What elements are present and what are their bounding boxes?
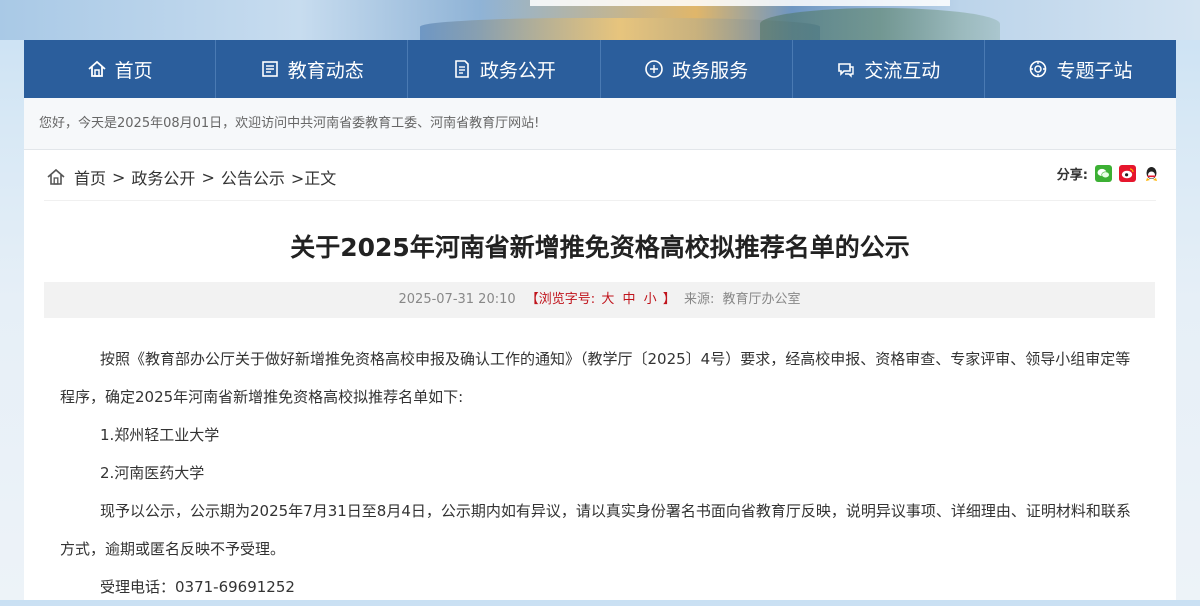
nav-item-topics[interactable]: 专题子站 (985, 40, 1176, 98)
share-label: 分享: (1056, 168, 1088, 183)
source-label: 来源: (683, 292, 715, 307)
nav-item-government-services[interactable]: 政务服务 (601, 40, 793, 98)
nav-item-education-news[interactable]: 教育动态 (216, 40, 409, 98)
nav-item-label: 专题子站 (1056, 59, 1133, 82)
breadcrumb-current: >正文 (290, 169, 337, 188)
nav-item-label: 教育动态 (287, 59, 364, 82)
breadcrumb: 首页 > 政务公开 > 公告公示 >正文 (46, 165, 336, 189)
nav-item-home[interactable]: 首页 (24, 40, 217, 98)
article-paragraph: 2.河南医药大学 (100, 464, 205, 482)
article-paragraph: 现予以公示，公示期为2025年7月31日至8月4日，公示期内如有异议，请以真实身… (60, 502, 1131, 558)
article-paragraph: 受理电话：0371-69691252 (100, 578, 295, 596)
main-nav: 首页 教育动态 政务公开 政务服务 交流互动 专题子站 (24, 40, 1176, 98)
share-bar: 分享: (1057, 164, 1160, 183)
banner-trees (760, 8, 1000, 40)
article-body: 按照《教育部办公厅关于做好新增推免资格高校申报及确认工作的通知》（教学厅〔202… (60, 340, 1145, 606)
content-panel: 首页 > 政务公开 > 公告公示 >正文 分享: 关于2025年河南省新增推免资… (24, 150, 1176, 600)
home-icon (87, 59, 107, 79)
interaction-icon (836, 59, 856, 79)
home-icon (46, 168, 66, 186)
breadcrumb-separator: > (112, 167, 126, 187)
font-size-medium-button[interactable]: 中 (622, 292, 635, 307)
service-icon (644, 59, 664, 79)
welcome-bar: 您好，今天是2025年08月01日，欢迎访问中共河南省委教育工委、河南省教育厅网… (24, 98, 1176, 150)
article-meta: 2025-07-31 20:10 【浏览字号: 大 中 小 】 来源: 教育厅办… (44, 282, 1155, 318)
nav-item-government-affairs[interactable]: 政务公开 (408, 40, 601, 98)
nav-item-label: 交流互动 (864, 59, 941, 82)
article-title: 关于2025年河南省新增推免资格高校拟推荐名单的公示 (290, 233, 910, 262)
qq-icon[interactable] (1143, 165, 1160, 182)
wechat-icon[interactable] (1095, 165, 1112, 182)
nav-item-interaction[interactable]: 交流互动 (793, 40, 985, 98)
breadcrumb-announcements-link[interactable]: 公告公示 (221, 165, 285, 189)
breadcrumb-home-link[interactable]: 首页 (74, 165, 106, 189)
breadcrumb-government-affairs-link[interactable]: 政务公开 (131, 165, 195, 189)
nav-item-label: 政务公开 (479, 59, 556, 82)
source-name: 教育厅办公室 (722, 292, 801, 307)
breadcrumb-separator: > (201, 167, 215, 187)
breadcrumb-divider (44, 200, 1156, 201)
nav-item-label: 首页 (114, 59, 153, 82)
nav-item-label: 政务服务 (672, 59, 749, 82)
banner-sky (530, 0, 950, 6)
font-size-small-button[interactable]: 小 (644, 292, 657, 307)
topic-icon (1028, 59, 1048, 79)
font-size-suffix: 】 (662, 292, 676, 307)
welcome-text: 您好，今天是2025年08月01日，欢迎访问中共河南省委教育工委、河南省教育厅网… (39, 116, 540, 131)
weibo-icon[interactable] (1119, 165, 1136, 182)
news-icon (260, 59, 280, 79)
publish-datetime: 2025-07-31 20:10 (398, 292, 516, 307)
font-size-prefix: 【浏览字号: (525, 292, 596, 307)
header-banner (0, 0, 1200, 40)
font-size-large-button[interactable]: 大 (601, 292, 614, 307)
article-paragraph: 按照《教育部办公厅关于做好新增推免资格高校申报及确认工作的通知》（教学厅〔202… (60, 350, 1131, 406)
document-icon (452, 59, 472, 79)
article-paragraph: 1.郑州轻工业大学 (100, 426, 220, 444)
